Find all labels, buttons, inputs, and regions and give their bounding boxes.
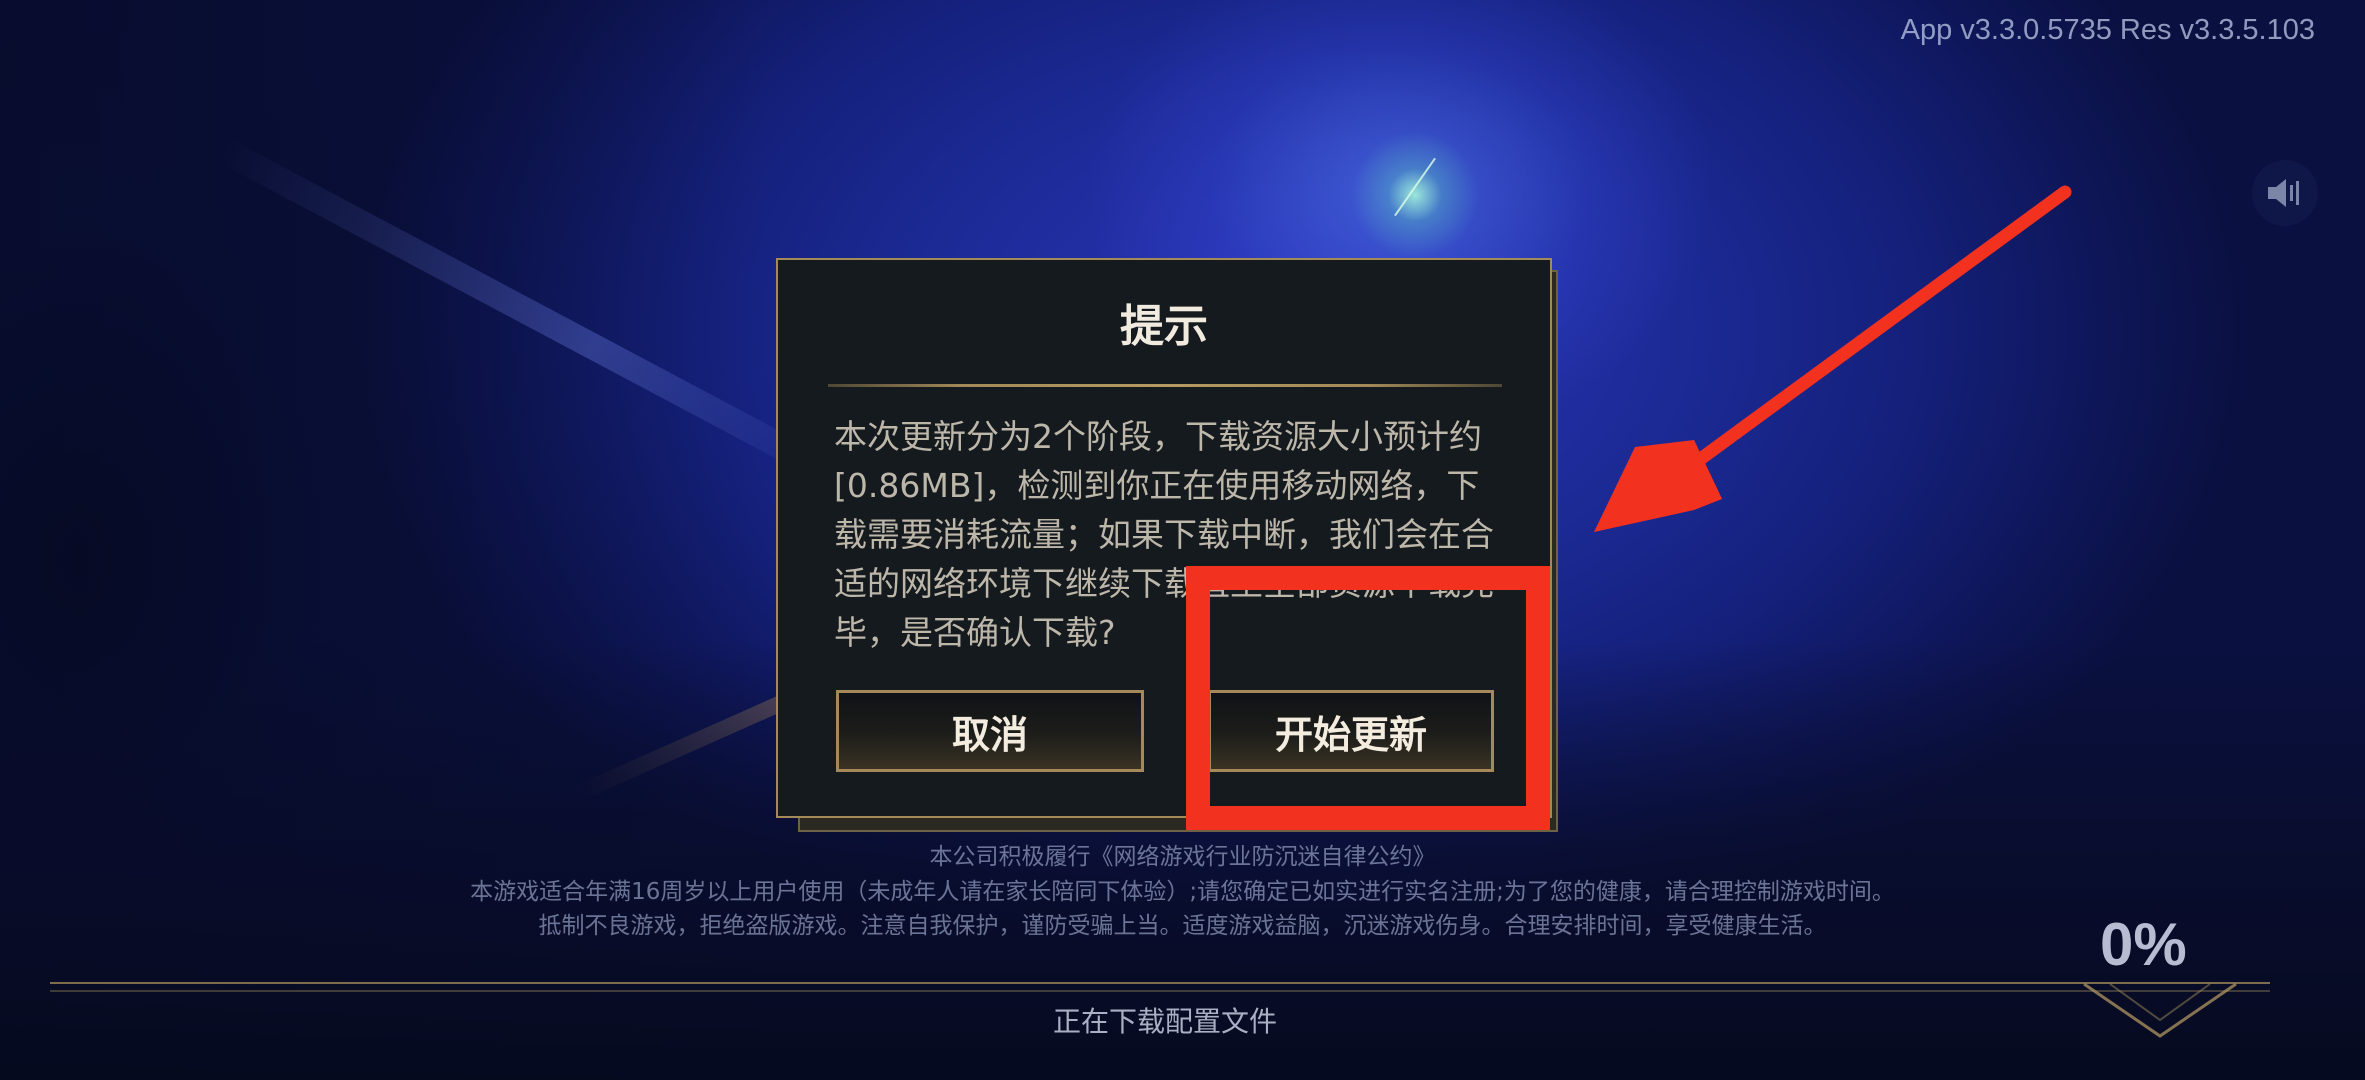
cancel-button[interactable]: 取消 [836, 690, 1144, 772]
dialog-title: 提示 [1120, 301, 1208, 352]
sound-toggle-button[interactable] [2252, 160, 2318, 226]
download-status-text: 正在下载配置文件 [1052, 1005, 1277, 1038]
version-label: App v3.3.0.5735 Res v3.3.5.103 [1900, 14, 2315, 46]
progress-track-line [50, 982, 2270, 984]
speaker-icon [2268, 179, 2299, 207]
game-launcher-screen: App v3.3.0.5735 Res v3.3.5.103 提示 本次更新分为… [0, 0, 2365, 1080]
progress-percent: 0% [2100, 911, 2187, 978]
progress-track-line-secondary [50, 990, 2270, 992]
anti-addiction-notice-line-1: 本公司积极履行《网络游戏行业防沉迷自律公约》 [929, 844, 1436, 870]
anti-addiction-notice-line-2: 本游戏适合年满16周岁以上用户使用（未成年人请在家长陪同下体验）;请您确定已如实… [470, 879, 1895, 905]
anti-addiction-notice-line-3: 抵制不良游戏，拒绝盗版游戏。注意自我保护，谨防受骗上当。适度游戏益脑，沉迷游戏伤… [538, 913, 1827, 939]
progress-track [50, 982, 2270, 994]
annotation-highlight-box [1186, 566, 1550, 830]
background-sparkle [1340, 120, 1490, 270]
dialog-divider [828, 384, 1502, 387]
